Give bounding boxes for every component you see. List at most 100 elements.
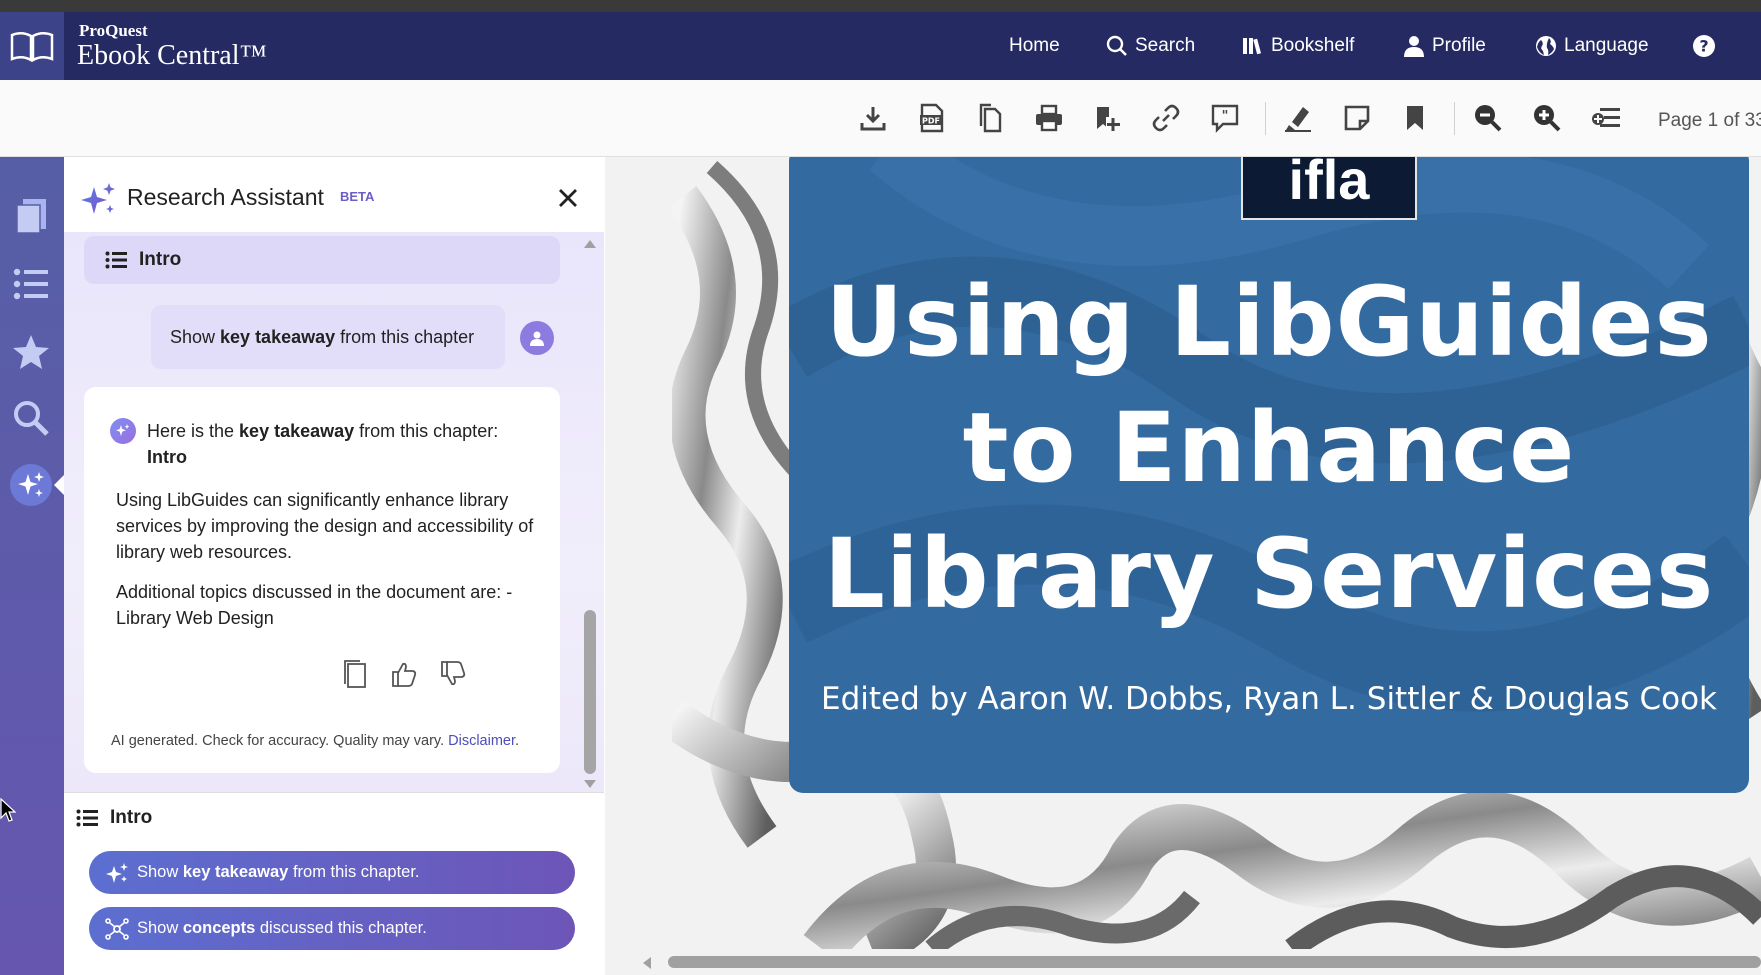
sparkle-icon bbox=[81, 183, 115, 214]
close-icon bbox=[559, 189, 577, 207]
highlight-icon[interactable] bbox=[1281, 101, 1315, 135]
mouse-pointer-icon bbox=[0, 798, 16, 822]
nav-profile[interactable]: Profile bbox=[1403, 12, 1486, 80]
user-icon bbox=[1404, 36, 1424, 57]
book-title-line-3: Library Services bbox=[823, 518, 1715, 630]
pill-1-post: from this chapter. bbox=[288, 863, 420, 881]
beta-badge: BETA bbox=[340, 189, 375, 204]
copy-answer-button[interactable] bbox=[338, 657, 372, 691]
chapter-chip: Intro bbox=[84, 236, 560, 284]
thumbs-down-button[interactable] bbox=[436, 657, 470, 691]
thumbs-up-button[interactable] bbox=[387, 657, 421, 691]
globe-icon bbox=[1536, 36, 1556, 56]
pdf-icon[interactable]: PDF bbox=[915, 101, 949, 135]
document-viewer[interactable]: ifla Using LibGuides to Enhance Library … bbox=[605, 157, 1761, 975]
left-icon-rail bbox=[0, 157, 64, 975]
disclaimer-link[interactable]: Disclaimer bbox=[448, 733, 515, 749]
chat-vertical-scrollbar[interactable] bbox=[579, 232, 601, 792]
nav-search-label: Search bbox=[1135, 35, 1196, 56]
pill-1-pre: Show bbox=[137, 863, 183, 881]
page-indicator[interactable]: Page 1 of 33 bbox=[1658, 110, 1761, 132]
list-icon bbox=[105, 251, 127, 269]
open-book-logo-icon[interactable] bbox=[0, 12, 64, 80]
answer-heading-post: from this chapter: bbox=[354, 421, 499, 441]
assistant-answer-card: Here is the key takeaway from this chapt… bbox=[84, 387, 560, 773]
nav-search[interactable]: Search bbox=[1106, 12, 1195, 80]
answer-heading: Here is the key takeaway from this chapt… bbox=[147, 418, 537, 470]
research-assistant-icon[interactable] bbox=[10, 464, 52, 506]
nav-bookshelf-label: Bookshelf bbox=[1271, 35, 1355, 56]
active-panel-caret bbox=[54, 475, 64, 495]
book-icon[interactable] bbox=[10, 195, 52, 237]
thumbs-up-icon bbox=[392, 662, 417, 687]
user-message-bold: key takeaway bbox=[220, 326, 336, 347]
chapter-chip-label: Intro bbox=[139, 249, 182, 270]
answer-paragraph-1: Using LibGuides can significantly enhanc… bbox=[116, 490, 534, 562]
scroll-up-arrow-icon[interactable] bbox=[584, 240, 596, 248]
answer-paragraph-2: Additional topics discussed in the docum… bbox=[116, 582, 513, 628]
user-icon bbox=[530, 331, 544, 346]
answer-body: Using LibGuides can significantly enhanc… bbox=[116, 487, 536, 645]
user-message: Show key takeaway from this chapter bbox=[151, 305, 505, 369]
app-header: ProQuest Ebook Central™ Home Search Book… bbox=[0, 12, 1761, 80]
note-icon[interactable] bbox=[1340, 101, 1374, 135]
nav-bookshelf[interactable]: Bookshelf bbox=[1242, 12, 1354, 80]
panel-title: Research Assistant bbox=[127, 184, 324, 210]
publisher-logo: ifla bbox=[1241, 157, 1417, 220]
chat-scroll-thumb[interactable] bbox=[584, 610, 596, 774]
suggest-key-takeaway-button[interactable]: Show key takeaway from this chapter. bbox=[89, 851, 575, 894]
answer-heading-bold: key takeaway bbox=[239, 421, 355, 441]
thumbs-down-icon bbox=[441, 661, 466, 686]
link-icon[interactable] bbox=[1149, 101, 1183, 135]
cover-title-box: ifla Using LibGuides to Enhance Library … bbox=[789, 157, 1749, 793]
print-icon[interactable] bbox=[1032, 101, 1066, 135]
app-root: ProQuest Ebook Central™ Home Search Book… bbox=[0, 0, 1761, 975]
favorites-star-icon[interactable] bbox=[10, 331, 52, 373]
nav-profile-label: Profile bbox=[1432, 35, 1486, 56]
nav-language-label: Language bbox=[1564, 35, 1649, 56]
help-button[interactable]: ? bbox=[1692, 12, 1723, 80]
answer-heading-pre: Here is the bbox=[147, 421, 240, 441]
svg-text:": " bbox=[1222, 109, 1229, 124]
copy-icon bbox=[344, 660, 366, 688]
toolbar-divider bbox=[1454, 102, 1455, 135]
bookmark-icon[interactable] bbox=[1398, 101, 1432, 135]
pill-2-post: discussed this chapter. bbox=[255, 919, 427, 937]
suggestions-heading: Intro bbox=[76, 807, 152, 829]
suggestions-heading-label: Intro bbox=[110, 807, 153, 828]
download-icon[interactable] bbox=[856, 101, 890, 135]
document-horizontal-scrollbar[interactable] bbox=[643, 952, 1761, 972]
suggest-concepts-button[interactable]: Show concepts discussed this chapter. bbox=[89, 907, 575, 950]
svg-text:?: ? bbox=[1699, 37, 1708, 56]
cite-quote-icon[interactable]: " bbox=[1208, 101, 1242, 135]
book-title-line-2: to Enhance bbox=[962, 392, 1576, 504]
close-panel-button[interactable] bbox=[555, 185, 581, 211]
book-cover-page: ifla Using LibGuides to Enhance Library … bbox=[672, 157, 1761, 949]
zoom-out-icon[interactable] bbox=[1471, 101, 1505, 135]
concepts-network-icon bbox=[105, 917, 129, 940]
nav-home[interactable]: Home bbox=[1009, 12, 1060, 80]
list-icon bbox=[76, 809, 98, 827]
brand-ebook-central[interactable]: Ebook Central™ bbox=[77, 40, 267, 72]
nav-home-label: Home bbox=[1009, 35, 1060, 56]
copy-icon[interactable] bbox=[973, 101, 1007, 135]
scroll-down-arrow-icon[interactable] bbox=[584, 780, 596, 788]
contents-list-icon[interactable] bbox=[10, 263, 52, 305]
search-icon[interactable] bbox=[10, 397, 52, 439]
assistant-sparkle-icon bbox=[110, 418, 136, 444]
chat-thread[interactable]: Intro Show key takeaway from this chapte… bbox=[64, 232, 604, 792]
ai-disclaimer: AI generated. Check for accuracy. Qualit… bbox=[111, 733, 519, 749]
document-scroll-thumb[interactable] bbox=[668, 956, 1761, 968]
reader-toolbar: PDF " bbox=[0, 80, 1761, 157]
book-title-line-1: Using LibGuides bbox=[825, 266, 1713, 378]
nav-language[interactable]: Language bbox=[1535, 12, 1649, 80]
page-options-icon[interactable] bbox=[1589, 101, 1623, 135]
scroll-left-arrow-icon[interactable] bbox=[643, 957, 651, 969]
book-editors: Edited by Aaron W. Dobbs, Ryan L. Sittle… bbox=[821, 681, 1717, 717]
add-to-bookshelf-icon[interactable] bbox=[1091, 101, 1125, 135]
research-assistant-panel: Research Assistant BETA Intro Show key t… bbox=[64, 157, 604, 975]
zoom-in-icon[interactable] bbox=[1530, 101, 1564, 135]
help-question-icon: ? bbox=[1693, 35, 1715, 57]
answer-chapter: Intro bbox=[147, 447, 187, 467]
pill-2-bold: concepts bbox=[182, 919, 256, 937]
